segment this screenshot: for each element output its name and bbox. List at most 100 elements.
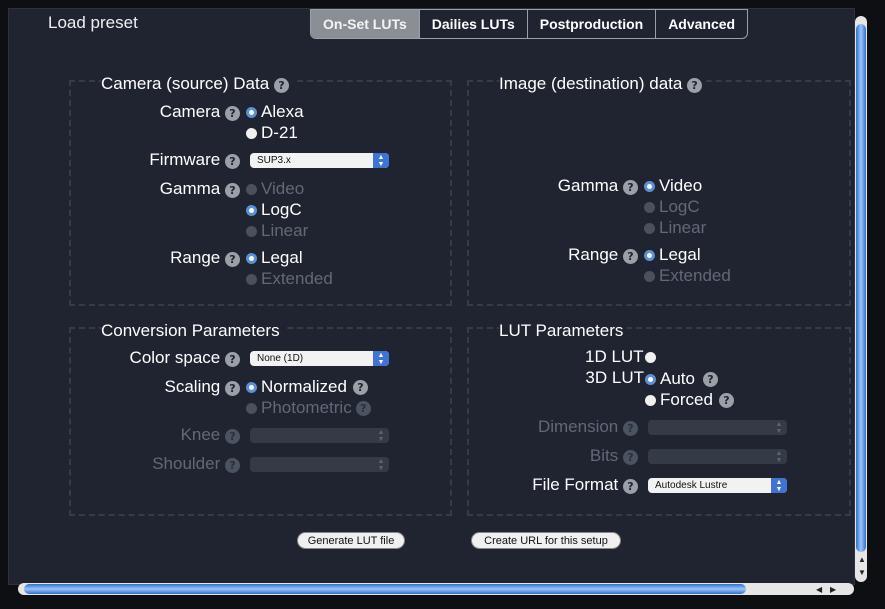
shoulder-select: ▲ ▼ [250, 457, 389, 472]
camera-option-alexa[interactable]: Alexa [246, 102, 304, 122]
lut-3d-forced-label: Forced [660, 390, 713, 409]
scaling-normalized[interactable]: Normalized ? [246, 377, 368, 397]
help-icon[interactable]: ? [702, 371, 718, 387]
tab-advanced[interactable]: Advanced [656, 10, 747, 38]
scroll-left-arrow-icon[interactable]: ◀ [816, 585, 822, 594]
lut-1d-option[interactable]: 1D LUT [585, 347, 660, 367]
camera-gamma-label: Gamma ? [130, 179, 240, 199]
tab-dailies-luts[interactable]: Dailies LUTs [420, 10, 528, 38]
help-icon[interactable]: ? [687, 78, 703, 93]
image-range-legal-label: Legal [659, 245, 701, 264]
radio-icon [644, 351, 656, 363]
lut-1d-label: 1D LUT [585, 347, 644, 366]
color-space-select-value: None (1D) [257, 353, 304, 364]
lut-3d-auto[interactable]: Auto ? [645, 369, 718, 389]
radio-selected-icon [246, 106, 257, 118]
image-gamma-video[interactable]: Video [644, 176, 702, 196]
file-format-label: File Format ? [508, 475, 638, 495]
help-icon: ? [225, 429, 240, 444]
image-gamma-label: Gamma ? [528, 176, 638, 196]
shoulder-label: Shoulder ? [110, 454, 240, 474]
camera-gamma-logc[interactable]: LogC [246, 200, 302, 220]
knee-label-text: Knee [180, 425, 221, 444]
horizontal-scrollbar-thumb[interactable] [24, 584, 746, 594]
lut-3d-forced[interactable]: Forced ? [645, 390, 734, 410]
radio-selected-icon [645, 373, 656, 385]
lut-3d-label: 3D LUT [585, 368, 644, 387]
image-range-label-text: Range [568, 245, 619, 264]
scaling-photometric-label: Photometric [261, 398, 352, 417]
scroll-up-arrow-icon[interactable]: ▲ [858, 555, 866, 564]
select-arrows-icon: ▲ ▼ [373, 351, 389, 366]
firmware-label-text: Firmware [149, 150, 221, 169]
camera-range-legal[interactable]: Legal [246, 248, 303, 268]
camera-range-legal-label: Legal [261, 248, 303, 267]
image-gamma-video-label: Video [659, 176, 703, 195]
camera-option-d21[interactable]: D-21 [246, 123, 298, 143]
conversion-section-title: Conversion Parameters [101, 321, 284, 341]
help-icon[interactable]: ? [225, 183, 240, 198]
scroll-down-arrow-icon[interactable]: ▼ [858, 568, 866, 577]
firmware-select-value: SUP3.x [257, 155, 291, 166]
help-icon[interactable]: ? [352, 379, 368, 395]
select-arrows-icon: ▲ ▼ [771, 478, 787, 493]
camera-gamma-linear-label: Linear [261, 221, 309, 240]
knee-select: ▲ ▼ [250, 428, 389, 443]
tab-postproduction[interactable]: Postproduction [528, 10, 657, 38]
select-arrows-icon: ▲ ▼ [377, 429, 385, 443]
help-icon: ? [355, 400, 371, 416]
generate-lut-button[interactable]: Generate LUT file [297, 532, 405, 549]
camera-gamma-video: Video [246, 179, 304, 199]
help-icon: ? [623, 450, 638, 465]
image-gamma-linear-label: Linear [659, 218, 707, 237]
help-icon[interactable]: ? [225, 106, 240, 121]
radio-disabled-icon [246, 225, 257, 237]
help-icon[interactable]: ? [623, 249, 638, 264]
scaling-normalized-label: Normalized [261, 377, 347, 396]
image-range-legal[interactable]: Legal [644, 245, 701, 265]
scaling-label: Scaling ? [110, 377, 240, 397]
camera-range-label-text: Range [170, 248, 221, 267]
camera-gamma-label-text: Gamma [159, 179, 221, 198]
tab-on-set-luts[interactable]: On-Set LUTs [311, 10, 420, 38]
select-arrows-icon: ▲ ▼ [775, 450, 783, 464]
color-space-label-text: Color space [129, 348, 221, 367]
color-space-select[interactable]: None (1D) ▲ ▼ [250, 351, 389, 366]
image-gamma-linear: Linear [644, 218, 706, 238]
image-section-title: Image (destination) data ? [499, 74, 707, 94]
camera-range-extended: Extended [246, 269, 333, 289]
camera-section-title-text: Camera (source) Data [101, 74, 270, 93]
help-icon[interactable]: ? [225, 154, 240, 169]
radio-icon [246, 127, 257, 139]
radio-icon [645, 394, 656, 406]
create-url-button[interactable]: Create URL for this setup [471, 532, 621, 549]
help-icon[interactable]: ? [225, 381, 240, 396]
help-icon[interactable]: ? [225, 252, 240, 267]
radio-disabled-icon [246, 402, 257, 414]
help-icon[interactable]: ? [623, 479, 638, 494]
file-format-select-value: Autodesk Lustre [655, 480, 728, 491]
scroll-right-arrow-icon[interactable]: ▶ [830, 585, 836, 594]
load-preset-link[interactable]: Load preset [48, 13, 138, 33]
camera-range-extended-label: Extended [261, 269, 333, 288]
lut-section-title: LUT Parameters [499, 321, 628, 341]
scaling-label-text: Scaling [164, 377, 221, 396]
camera-label: Camera ? [130, 102, 240, 122]
help-icon: ? [225, 458, 240, 473]
help-icon[interactable]: ? [273, 78, 289, 93]
help-icon[interactable]: ? [718, 392, 734, 408]
help-icon[interactable]: ? [623, 180, 638, 195]
help-icon: ? [623, 421, 638, 436]
radio-selected-icon [644, 180, 655, 192]
help-icon[interactable]: ? [225, 352, 240, 367]
image-section-title-text: Image (destination) data [499, 74, 683, 93]
file-format-select[interactable]: Autodesk Lustre ▲ ▼ [648, 478, 787, 493]
image-range-extended-label: Extended [659, 266, 731, 285]
camera-gamma-logc-label: LogC [261, 200, 302, 219]
image-range-extended: Extended [644, 266, 731, 286]
radio-disabled-icon [246, 273, 257, 285]
select-arrows-icon: ▲ ▼ [377, 458, 385, 472]
firmware-select[interactable]: SUP3.x ▲ ▼ [250, 153, 389, 168]
vertical-scrollbar-thumb[interactable] [856, 24, 866, 552]
image-gamma-logc: LogC [644, 197, 700, 217]
